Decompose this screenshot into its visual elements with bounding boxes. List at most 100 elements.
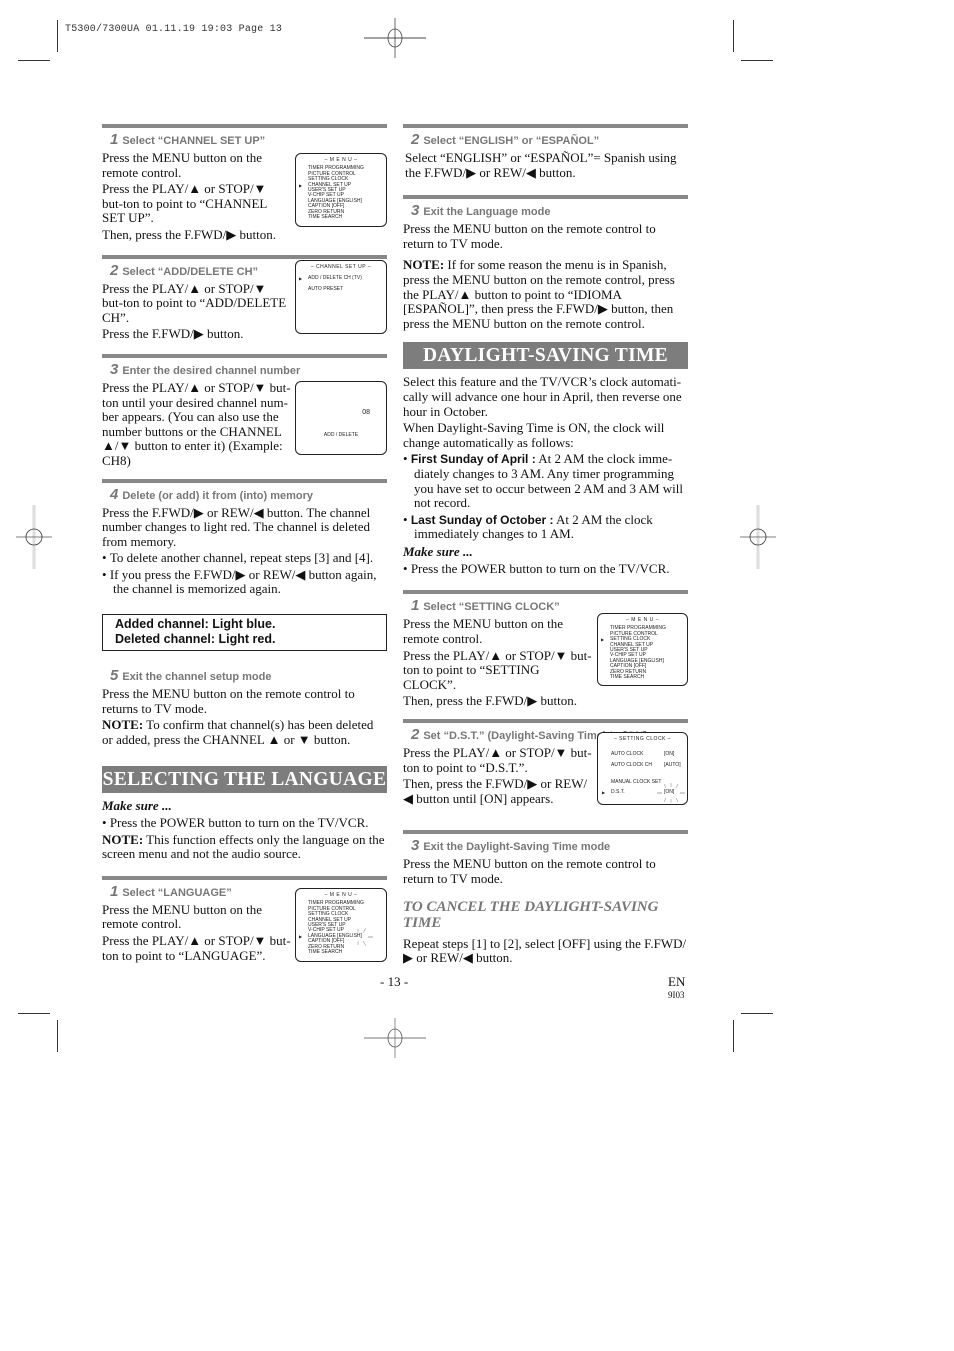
step-text: Press the PLAY/▲ or STOP/▼ but-ton to po… [403, 745, 592, 775]
step-number: 4 [110, 485, 119, 503]
blink-indicator-icon [357, 927, 373, 947]
step-title: Select “SETTING CLOCK” [423, 601, 560, 614]
note-line-deleted: Deleted channel: Light red. [115, 632, 276, 646]
step-number: 5 [110, 667, 119, 684]
step-title: Select “ADD/DELETE CH” [122, 265, 259, 278]
menu-item: AUTO PRESET [308, 285, 344, 292]
step-text: Press the PLAY/▲ or STOP/▼ but-ton to po… [102, 181, 267, 226]
screen-title: – M E N U – [324, 157, 358, 163]
section-rule [102, 353, 387, 358]
crop-mark [733, 1020, 734, 1052]
screen-title: – CHANNEL SET UP – [310, 264, 372, 270]
note-line-added: Added channel: Light blue. [115, 617, 276, 631]
step-text: Press the MENU button on the remote cont… [403, 856, 656, 886]
dst-intro: Select this feature and the TV/VCR’s clo… [403, 374, 682, 419]
dst-intro: When Daylight-Saving Time is ON, the clo… [403, 420, 665, 450]
tv-screen-setting-clock: – SETTING CLOCK – AUTO CLOCK [ON] AUTO C… [597, 732, 688, 805]
step-exit-channel-setup: 5 Exit the channel setup mode Press the M… [102, 665, 387, 749]
section-rule [403, 124, 688, 128]
registration-mark-icon [364, 18, 426, 58]
step-text: Press the PLAY/▲ or STOP/▼ but-ton to po… [102, 280, 287, 325]
step-text: Press the PLAY/▲ or STOP/▼ but-ton to po… [102, 932, 291, 963]
crop-mark [57, 20, 58, 52]
note-text: NOTE: If for some reason the menu is in … [403, 258, 688, 331]
cancel-dst-text: Repeat steps [1] to [2], select [OFF] us… [403, 935, 687, 966]
crop-mark [18, 60, 50, 61]
section-banner-dst: DAYLIGHT-SAVING TIME [403, 342, 688, 370]
note-body: This function effects only the language … [102, 831, 385, 862]
bullet-item: • First Sunday of April : At 2 AM the cl… [403, 451, 683, 511]
note-label: NOTE: [102, 831, 144, 847]
step-text: Press the MENU button on the remote cont… [403, 221, 656, 251]
bullet-item: • Press the POWER button to turn on the … [403, 560, 670, 576]
tv-screen-add-delete: 08 ADD / DELETE [295, 381, 387, 455]
crop-mark [741, 1013, 773, 1014]
note-label: NOTE: [102, 717, 144, 733]
menu-list: ADD / DELETE CH (TV) AUTO PRESET [296, 275, 386, 292]
clock-row-label: MANUAL CLOCK SET [611, 779, 662, 785]
step-delete-add: 4 Delete (or add) it from (into) memory P… [102, 478, 387, 598]
section-rule [102, 875, 387, 880]
menu-item: TIME SEARCH [610, 674, 645, 681]
step-heading: 3 Exit the Daylight-Saving Time mode [411, 837, 688, 854]
step-text: Press the F.FWD/▶ or REW/◀ button. The c… [102, 504, 371, 549]
clock-row-value: [AUTO] [664, 762, 681, 768]
step-text: Press the MENU button on the remote cont… [102, 150, 262, 180]
menu-item-selected: ADD / DELETE CH (TV) [299, 275, 386, 282]
tv-screen-setting-clock-menu: – M E N U – TIMER PROGRAMMING PICTURE CO… [597, 613, 688, 686]
step-text: Select “ENGLISH” or “ESPAÑOL”= Spanish u… [405, 150, 677, 180]
screen-title: – M E N U – [324, 892, 358, 898]
step-number: 1 [411, 597, 420, 615]
step-text: Press the MENU button on the remote cont… [403, 616, 563, 647]
step-number: 2 [411, 726, 420, 744]
step-text: Press the F.FWD/▶ button. [102, 326, 244, 342]
document-code: 9I03 [668, 990, 685, 1000]
menu-item: TIME SEARCH [308, 949, 343, 956]
step-text: Press the MENU button on the remote cont… [102, 686, 355, 716]
step-heading: 3 Enter the desired channel number [110, 361, 387, 378]
menu-list: TIMER PROGRAMMING PICTURE CONTROL SETTIN… [598, 625, 687, 681]
section-banner-language: SELECTING THE LANGUAGE [102, 766, 387, 793]
step-title: Delete (or add) it from (into) memory [122, 489, 314, 502]
step-title: Exit the Daylight-Saving Time mode [423, 841, 611, 854]
step-number: 1 [110, 131, 119, 148]
screen-title: – M E N U – [626, 617, 659, 623]
note-body: To confirm that channel(s) has been dele… [102, 717, 374, 747]
step-heading: 1 Select “CHANNEL SET UP” [110, 131, 387, 148]
crop-mark [18, 1013, 50, 1014]
menu-item: TIME SEARCH [308, 214, 343, 221]
tv-screen-language-menu: – M E N U – TIMER PROGRAMMING PICTURE CO… [295, 888, 387, 962]
bullet-text: Press the POWER button to turn on the TV… [410, 560, 670, 576]
step-title: Select “CHANNEL SET UP” [122, 135, 266, 147]
note-text: NOTE: To confirm that channel(s) has bee… [102, 717, 387, 747]
bullet-label: First Sunday of April : [410, 452, 536, 467]
bullet-item: • Press the POWER button to turn on the … [102, 815, 369, 830]
registration-mark-icon [740, 505, 776, 569]
crop-mark [741, 60, 773, 61]
step-heading: 4 Delete (or add) it from (into) memory [110, 486, 387, 503]
bullet-item: • If you press the F.FWD/▶ or REW/◀ butt… [102, 566, 377, 597]
step-title: Enter the desired channel number [122, 364, 301, 377]
bullet-text: Press the POWER button to turn on the TV… [109, 815, 369, 830]
step-number: 3 [411, 202, 420, 220]
channel-color-note: Added channel: Light blue. Deleted chann… [102, 614, 387, 651]
bullet-label: Last Sunday of October : [410, 512, 554, 527]
registration-mark-icon [364, 1018, 426, 1058]
clock-row-label: AUTO CLOCK [611, 751, 644, 757]
clock-row-value: [ON] [664, 751, 675, 757]
step-heading: 2 Select “ENGLISH” or “ESPAÑOL” [411, 131, 688, 148]
step-title: Select “ENGLISH” or “ESPAÑOL” [423, 135, 600, 147]
section-rule [403, 830, 688, 835]
tv-screen-channel-setup: – CHANNEL SET UP – ADD / DELETE CH (TV) … [295, 260, 387, 334]
add-delete-label: ADD / DELETE [323, 432, 359, 438]
step-number: 3 [411, 837, 420, 855]
note-text: NOTE: This function effects only the lan… [102, 831, 387, 862]
bullet-item: • Last Sunday of October : At 2 AM the c… [403, 511, 653, 542]
step-heading: 5 Exit the channel setup mode [110, 667, 387, 684]
step-number: 2 [411, 131, 420, 148]
clock-row-label: AUTO CLOCK CH [611, 762, 653, 768]
step-text: Then, press the F.FWD/▶ or REW/◀ button … [403, 776, 588, 806]
step-title: Exit the Language mode [423, 206, 551, 219]
make-sure-label: Make sure ... [102, 798, 172, 813]
step-number: 2 [110, 261, 119, 279]
